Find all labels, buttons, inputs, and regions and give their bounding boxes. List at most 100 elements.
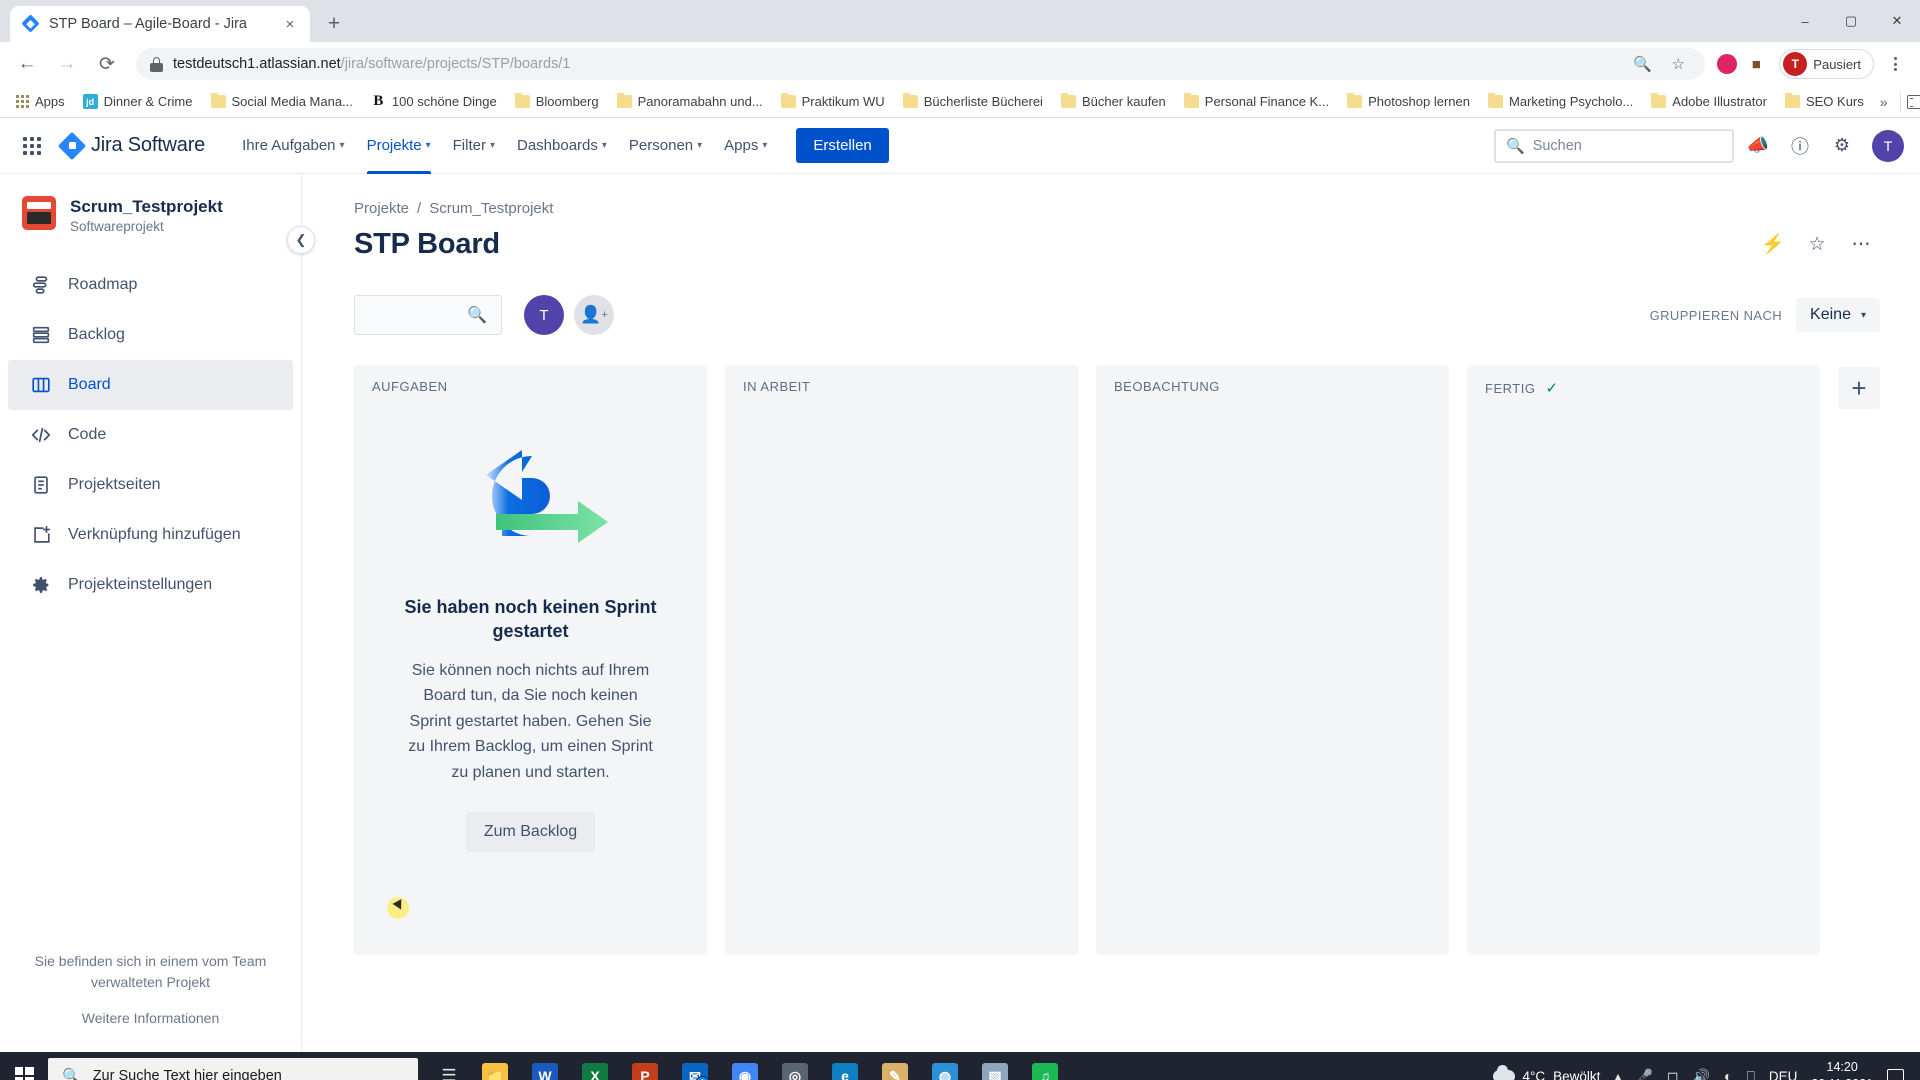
settings-gear-icon[interactable]: ⚙ bbox=[1824, 128, 1860, 164]
breadcrumb-item-project[interactable]: Scrum_Testprojekt bbox=[429, 200, 553, 217]
lightning-bolt-icon[interactable]: ⚡ bbox=[1754, 225, 1792, 263]
word-icon[interactable]: W bbox=[522, 1052, 568, 1080]
breadcrumb-item-projects[interactable]: Projekte bbox=[354, 200, 409, 217]
clock[interactable]: 14:20 30.11.2021 bbox=[1811, 1059, 1873, 1080]
avatar[interactable]: T bbox=[1872, 129, 1904, 162]
keyboard-icon[interactable]: ⎕ bbox=[1746, 1068, 1754, 1080]
project-header[interactable]: Scrum_Testprojekt Softwareprojekt bbox=[0, 196, 301, 234]
bookmark-item[interactable]: Bloomberg bbox=[507, 90, 607, 113]
minimize-button[interactable]: – bbox=[1782, 0, 1828, 42]
sidebar-item-projektseiten[interactable]: Projektseiten bbox=[8, 460, 293, 510]
nav-item-apps[interactable]: Apps ▾ bbox=[713, 118, 778, 174]
taskbar-search-input[interactable]: 🔍 Zur Suche Text hier eingeben bbox=[48, 1058, 418, 1080]
volume-icon[interactable]: 🔊 bbox=[1693, 1068, 1710, 1080]
address-bar[interactable]: testdeutsch1.atlassian.net/jira/software… bbox=[136, 48, 1706, 80]
more-actions-icon[interactable]: ⋯ bbox=[1842, 225, 1880, 263]
sidebar-collapse-button[interactable]: ❮ bbox=[287, 226, 315, 254]
bookmark-item[interactable]: Praktikum WU bbox=[773, 90, 893, 113]
kebab-menu-icon[interactable] bbox=[1880, 49, 1910, 79]
weather-widget[interactable]: 4°C Bewölkt bbox=[1492, 1064, 1600, 1080]
extensions-puzzle-icon[interactable]: ■ bbox=[1743, 51, 1769, 77]
more-info-link[interactable]: Weitere Informationen bbox=[30, 1010, 271, 1026]
sidebar-item-projekteinstellungen[interactable]: Projekteinstellungen bbox=[8, 560, 293, 610]
nav-item-dashboards[interactable]: Dashboards ▾ bbox=[506, 118, 618, 174]
new-tab-button[interactable]: + bbox=[318, 8, 350, 40]
bookmark-item[interactable]: Photoshop lernen bbox=[1339, 90, 1478, 113]
task-view-icon[interactable]: ☰ bbox=[426, 1052, 472, 1080]
bookmark-item[interactable]: B 100 schöne Dinge bbox=[363, 89, 505, 114]
search-input[interactable]: 🔍 Suchen bbox=[1494, 128, 1734, 163]
microphone-icon[interactable]: 🎤 bbox=[1635, 1068, 1652, 1080]
sidebar-item-roadmap[interactable]: Roadmap bbox=[8, 260, 293, 310]
chrome-icon[interactable]: ◉ bbox=[722, 1052, 768, 1080]
nav-item-filter[interactable]: Filter ▾ bbox=[442, 118, 506, 174]
browser-tab[interactable]: STP Board – Agile-Board - Jira × bbox=[10, 6, 310, 42]
close-icon[interactable]: × bbox=[280, 14, 300, 34]
add-person-icon[interactable]: 👤 + bbox=[574, 295, 614, 335]
bookmark-item[interactable]: jd Dinner & Crime bbox=[75, 90, 201, 113]
bookmark-item[interactable]: Social Media Mana... bbox=[203, 90, 361, 113]
search-icon: 🔍 bbox=[62, 1068, 81, 1080]
bookmark-item[interactable]: SEO Kurs bbox=[1777, 90, 1872, 113]
disc-icon[interactable]: ◎ bbox=[772, 1052, 818, 1080]
paint-icon-glyph: ✎ bbox=[882, 1063, 908, 1080]
bookmark-star-icon[interactable]: ☆ bbox=[1665, 51, 1691, 77]
paint-icon[interactable]: ✎ bbox=[872, 1052, 918, 1080]
maximize-button[interactable]: ▢ bbox=[1828, 0, 1874, 42]
sidebar-item-board[interactable]: Board bbox=[8, 360, 293, 411]
language-indicator[interactable]: DEU bbox=[1769, 1069, 1798, 1080]
reload-icon[interactable]: ⟳ bbox=[90, 47, 124, 81]
create-button[interactable]: Erstellen bbox=[796, 128, 889, 163]
sidebar-item-verknüpfung-hinzufügen[interactable]: Verknüpfung hinzufügen bbox=[8, 510, 293, 560]
forward-icon[interactable]: → bbox=[50, 47, 84, 81]
profile-button[interactable]: T Pausiert bbox=[1779, 49, 1874, 79]
back-icon[interactable]: ← bbox=[10, 47, 44, 81]
bookmark-item[interactable]: Bücher kaufen bbox=[1053, 90, 1174, 113]
bookmark-item[interactable]: Apps bbox=[8, 90, 73, 113]
go-to-backlog-button[interactable]: Zum Backlog bbox=[465, 811, 596, 852]
app-switcher-icon[interactable] bbox=[16, 130, 48, 162]
notification-icon[interactable] bbox=[1887, 1069, 1904, 1080]
file-explorer-icon[interactable]: 📁 bbox=[472, 1052, 518, 1080]
avatar[interactable]: T bbox=[524, 295, 564, 335]
bookmark-item[interactable]: Adobe Illustrator bbox=[1643, 90, 1775, 113]
sidebar-item-code[interactable]: Code bbox=[8, 410, 293, 460]
sidebar-item-backlog[interactable]: Backlog bbox=[8, 310, 293, 360]
photos-icon[interactable]: ▧ bbox=[972, 1052, 1018, 1080]
bookmark-item[interactable]: Bücherliste Bücherei bbox=[895, 90, 1051, 113]
zoom-icon[interactable]: 🔍 bbox=[1629, 51, 1655, 77]
star-outline-icon[interactable]: ☆ bbox=[1798, 225, 1836, 263]
browser-icon-glyph: ◍ bbox=[932, 1063, 958, 1080]
powerpoint-icon[interactable]: P bbox=[622, 1052, 668, 1080]
camera-icon[interactable]: ◻ bbox=[1667, 1068, 1679, 1080]
jira-logo[interactable]: Jira Software bbox=[57, 131, 205, 160]
extension-icon-adblock[interactable] bbox=[1717, 54, 1738, 74]
chevron-up-icon[interactable]: ▴ bbox=[1614, 1068, 1621, 1080]
column-header[interactable]: In Arbeit bbox=[739, 379, 1064, 394]
board-search-input[interactable]: 🔍 bbox=[354, 295, 502, 335]
windows-start-icon[interactable] bbox=[0, 1052, 48, 1080]
column-header[interactable]: Fertig ✓ bbox=[1481, 379, 1806, 397]
bookmarks-overflow-icon[interactable]: » bbox=[1874, 94, 1894, 110]
edge-icon[interactable]: e bbox=[822, 1052, 868, 1080]
bookmark-item[interactable]: Panoramabahn und... bbox=[609, 90, 771, 113]
wifi-icon[interactable]: ◐ bbox=[1724, 1068, 1732, 1080]
bookmark-item[interactable]: Personal Finance K... bbox=[1176, 90, 1337, 113]
nav-item-personen[interactable]: Personen ▾ bbox=[618, 118, 713, 174]
column-header[interactable]: Beobachtung bbox=[1110, 379, 1435, 394]
taskbar-apps: 📁 W X P ✉1 ◉ ◎ e ✎ ◍ ▧ ♫ bbox=[472, 1052, 1068, 1080]
mail-icon[interactable]: ✉1 bbox=[672, 1052, 718, 1080]
check-icon: ✓ bbox=[1545, 380, 1559, 397]
add-column-button[interactable]: + bbox=[1838, 367, 1880, 409]
column-header[interactable]: Aufgaben bbox=[368, 379, 693, 394]
spotify-icon[interactable]: ♫ bbox=[1022, 1052, 1068, 1080]
browser-icon[interactable]: ◍ bbox=[922, 1052, 968, 1080]
megaphone-icon[interactable]: 📣 bbox=[1740, 128, 1776, 164]
excel-icon[interactable]: X bbox=[572, 1052, 618, 1080]
nav-item-projekte[interactable]: Projekte ▾ bbox=[356, 118, 442, 174]
help-icon[interactable]: ⓘ bbox=[1782, 128, 1818, 164]
group-by-select[interactable]: Keine ▾ bbox=[1796, 298, 1880, 332]
nav-item-ihre-aufgaben[interactable]: Ihre Aufgaben ▾ bbox=[231, 118, 355, 174]
bookmark-item[interactable]: Marketing Psycholo... bbox=[1480, 90, 1641, 113]
close-window-button[interactable]: ✕ bbox=[1874, 0, 1920, 42]
